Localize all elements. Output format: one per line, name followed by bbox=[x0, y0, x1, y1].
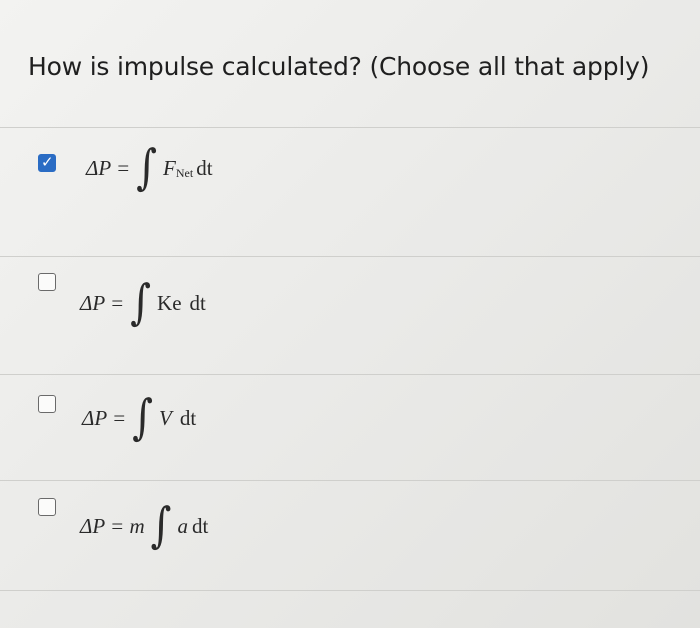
formula-integrand: a bbox=[177, 513, 188, 538]
integral-sign: ∫ bbox=[132, 390, 154, 446]
answer-option-2[interactable]: ΔP = ∫ Ke dt bbox=[0, 265, 700, 345]
formula-integrand: Ke bbox=[157, 290, 182, 315]
checkbox[interactable] bbox=[38, 395, 56, 413]
formula-differential: dt bbox=[189, 290, 206, 315]
answer-option-4[interactable]: ΔP = m ∫ a dt bbox=[0, 492, 700, 572]
answer-option-1[interactable]: ✓ ΔP = ∫ F Net dt bbox=[0, 140, 700, 222]
formula-differential: dt bbox=[196, 155, 213, 180]
formula-integrand: F bbox=[163, 155, 176, 180]
divider bbox=[0, 127, 700, 128]
formula-subscript: Net bbox=[175, 165, 194, 180]
checkmark-icon: ✓ bbox=[41, 153, 54, 171]
checkbox-checked[interactable]: ✓ bbox=[38, 153, 56, 172]
divider bbox=[0, 590, 700, 591]
formula-lhs: ΔP = bbox=[80, 290, 125, 315]
formula-lhs: ΔP = bbox=[86, 155, 131, 180]
answer-option-3[interactable]: ΔP = ∫ V dt bbox=[0, 384, 700, 464]
integral-sign: ∫ bbox=[136, 140, 158, 196]
integral-sign: ∫ bbox=[130, 275, 152, 331]
integral-sign: ∫ bbox=[150, 498, 172, 554]
formula-2: ΔP = ∫ Ke dt bbox=[80, 273, 206, 333]
formula-differential: dt bbox=[179, 405, 197, 430]
question-text: How is impulse calculated? (Choose all t… bbox=[28, 52, 650, 81]
divider bbox=[0, 256, 700, 257]
formula-lhs: ΔP = m bbox=[80, 513, 145, 538]
checkbox[interactable] bbox=[38, 273, 56, 291]
divider bbox=[0, 480, 700, 481]
formula-lhs: ΔP = bbox=[82, 405, 127, 430]
formula-differential: dt bbox=[191, 513, 209, 538]
formula-4: ΔP = m ∫ a dt bbox=[80, 496, 208, 556]
formula-integrand: V bbox=[159, 405, 172, 430]
divider bbox=[0, 374, 700, 375]
formula-3: ΔP = ∫ V dt bbox=[82, 388, 196, 448]
formula-1: ΔP = ∫ F Net dt bbox=[86, 138, 213, 198]
checkbox[interactable] bbox=[38, 498, 56, 516]
